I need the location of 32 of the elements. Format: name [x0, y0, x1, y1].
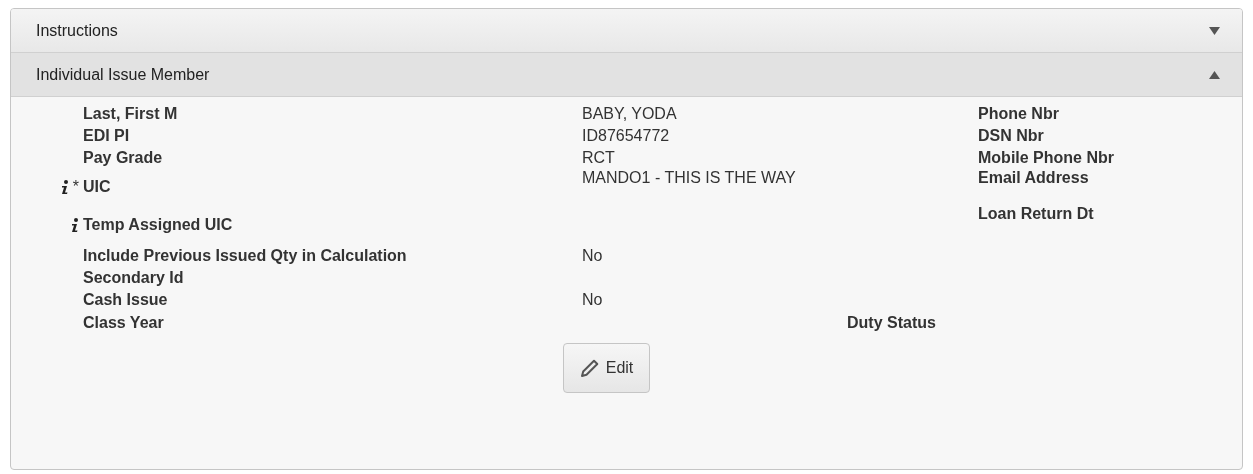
field-label: Secondary Id: [83, 269, 184, 287]
info-icon[interactable]: [71, 217, 79, 233]
field-label: Cash Issue: [83, 291, 168, 309]
field-label: UIC: [83, 178, 111, 196]
section-title: Instructions: [36, 21, 118, 40]
field-label: Mobile Phone Nbr: [978, 149, 1114, 167]
field-value: MANDO1 - THIS IS THE WAY: [582, 169, 797, 187]
field-value: RCT: [582, 149, 616, 167]
section-header[interactable]: Individual Issue Member: [11, 53, 1242, 97]
required-mark: *: [72, 178, 79, 196]
field-label: Phone Nbr: [978, 105, 1059, 123]
field-label: Include Previous Issued Qty in Calculation: [83, 247, 407, 265]
collapse-icon: [1209, 70, 1220, 79]
field-value: No: [582, 247, 604, 265]
field-value: No: [582, 291, 604, 309]
field-label: Pay Grade: [83, 149, 163, 167]
field-label: Email Address: [978, 169, 1089, 187]
field-label: Duty Status: [847, 314, 936, 332]
expand-icon: [1209, 26, 1220, 35]
field-value: ID87654772: [582, 127, 671, 145]
field-label: Class Year: [83, 314, 164, 332]
edit-button[interactable]: Edit: [562, 343, 651, 393]
field-label: Loan Return Dt: [978, 205, 1094, 223]
section-title: Individual Issue Member: [36, 65, 210, 84]
field-label: EDI PI: [83, 127, 130, 145]
field-label: DSN Nbr: [978, 127, 1044, 145]
pencil-icon: [579, 358, 600, 378]
field-label: Last, First M: [83, 105, 178, 123]
info-icon[interactable]: [60, 179, 69, 195]
field-label: Temp Assigned UIC: [83, 216, 233, 234]
field-value: BABY, YODA: [582, 105, 678, 123]
section-header[interactable]: Instructions: [11, 9, 1242, 53]
